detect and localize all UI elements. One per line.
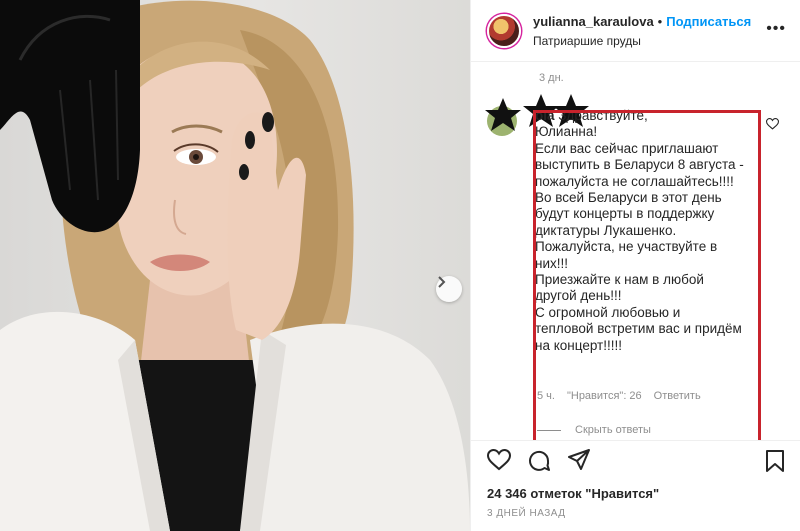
- previous-comment-time: 3 дн.: [539, 72, 564, 84]
- comment-meta: 5 ч. "Нравится": 26 Ответить: [537, 390, 701, 402]
- replies-divider: [537, 429, 561, 431]
- send-icon[interactable]: [567, 449, 591, 471]
- post-date: 3 ДНЕЙ НАЗАД: [487, 508, 566, 519]
- post-header: yulianna_karaulova • Подписаться Патриар…: [471, 0, 800, 62]
- post-photo: [0, 0, 470, 531]
- author-username[interactable]: yulianna_karaulova: [533, 14, 654, 29]
- separator-dot: •: [657, 13, 663, 29]
- author-avatar[interactable]: [487, 13, 521, 48]
- reply-button[interactable]: Ответить: [654, 390, 701, 402]
- chevron-right-icon: [438, 276, 446, 288]
- author-info: yulianna_karaulova • Подписаться Патриар…: [533, 14, 751, 48]
- post-location[interactable]: Патриаршие пруды: [533, 34, 751, 48]
- comment-list[interactable]: 3 дн. ola Здравствуйте, Юлианна! Если ва…: [471, 62, 800, 440]
- more-options-icon[interactable]: •••: [766, 21, 786, 37]
- heart-icon[interactable]: [487, 449, 511, 471]
- post-sidebar: yulianna_karaulova • Подписаться Патриар…: [470, 0, 800, 531]
- comment-time: 5 ч.: [537, 390, 555, 402]
- comment-likes[interactable]: "Нравится": 26: [567, 390, 642, 402]
- comment-like-heart-icon[interactable]: [766, 118, 779, 130]
- bookmark-icon[interactable]: [765, 449, 785, 473]
- comment-icon[interactable]: [527, 449, 551, 473]
- next-photo-button[interactable]: [436, 276, 462, 302]
- likes-count[interactable]: 24 346 отметок "Нравится": [487, 486, 659, 501]
- portrait-illustration: [0, 0, 470, 531]
- action-bar: [471, 440, 800, 480]
- hide-replies-label[interactable]: Скрыть ответы: [575, 424, 651, 436]
- hide-replies-toggle[interactable]: Скрыть ответы: [537, 424, 651, 436]
- follow-button[interactable]: Подписаться: [666, 14, 751, 29]
